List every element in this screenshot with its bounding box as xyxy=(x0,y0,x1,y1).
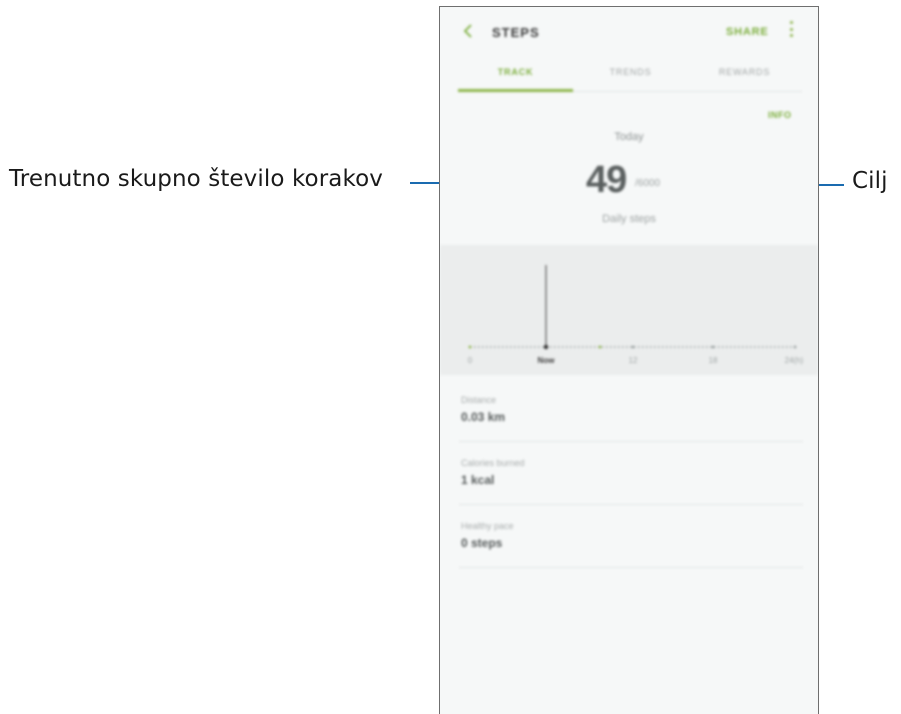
stat-row-calories: Calories burned 1 kcal xyxy=(459,442,803,505)
stat-label: Calories burned xyxy=(461,458,525,468)
stat-label: Healthy pace xyxy=(461,521,514,531)
stat-label: Distance xyxy=(461,395,497,405)
chart-tick-dot xyxy=(598,345,602,349)
x-tick-label: 0 xyxy=(468,356,473,365)
back-chevron-icon[interactable] xyxy=(458,21,478,41)
x-tick-label: Now xyxy=(538,356,556,365)
stat-row-distance: Distance 0.03 km xyxy=(459,379,803,442)
info-button[interactable]: INFO xyxy=(768,110,792,120)
steps-chart: 0 Now 12 18 24(h) xyxy=(440,245,818,375)
chart-tick-dot xyxy=(793,345,797,349)
stats-list: Distance 0.03 km Calories burned 1 kcal … xyxy=(459,379,803,568)
stat-row-healthy-pace: Healthy pace 0 steps xyxy=(459,505,803,568)
callout-current-total-steps: Trenutno skupno število korakov xyxy=(9,166,383,192)
steps-chart-svg: 0 Now 12 18 24(h) xyxy=(468,265,804,365)
more-vert-icon[interactable] xyxy=(787,21,795,43)
chart-tick-dot xyxy=(711,345,715,349)
stat-value: 1 kcal xyxy=(461,473,495,487)
now-marker-dot xyxy=(543,344,549,350)
step-count: 49 xyxy=(586,159,627,201)
tab-indicator xyxy=(458,89,573,92)
tab-track[interactable]: TRACK xyxy=(458,67,573,77)
tab-trends[interactable]: TRENDS xyxy=(573,67,688,77)
x-tick-label: 18 xyxy=(709,356,718,365)
chart-tick-dot xyxy=(468,345,472,349)
tab-bar: TRACK TRENDS REWARDS xyxy=(458,59,802,92)
stat-value: 0.03 km xyxy=(461,410,506,424)
x-tick-label: 24(h) xyxy=(785,356,804,365)
callout-goal: Cilj xyxy=(852,168,888,194)
step-goal: /6000 xyxy=(635,178,661,189)
daily-steps-label: Daily steps xyxy=(602,213,656,225)
chart-tick-dot xyxy=(631,345,635,349)
share-button[interactable]: SHARE xyxy=(726,26,769,38)
app-bar: STEPS SHARE xyxy=(440,7,818,59)
today-label: Today xyxy=(614,131,644,143)
x-tick-label: 12 xyxy=(629,356,638,365)
phone-screen: STEPS SHARE TRACK TRENDS REWARDS INFO To… xyxy=(439,6,819,714)
stat-value: 0 steps xyxy=(461,536,503,550)
page-title: STEPS xyxy=(492,25,540,40)
tab-rewards[interactable]: REWARDS xyxy=(687,67,802,77)
